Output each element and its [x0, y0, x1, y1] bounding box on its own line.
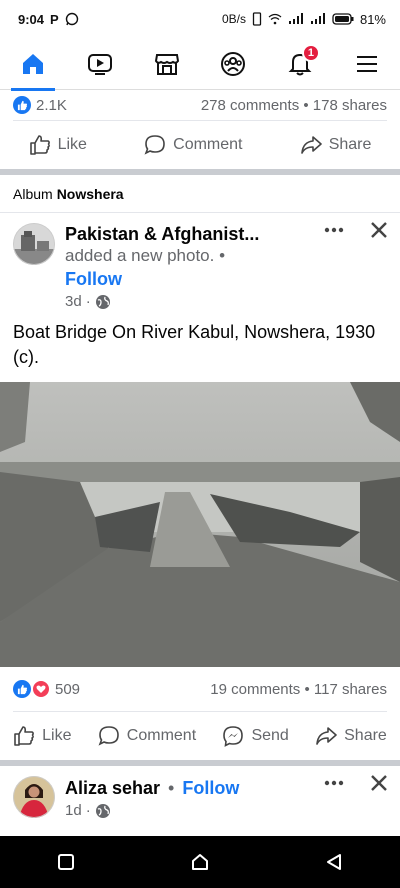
- close-icon[interactable]: [370, 774, 388, 792]
- post-time[interactable]: 3d: [65, 293, 82, 310]
- share-label: Share: [328, 136, 372, 153]
- whatsapp-icon: [65, 12, 78, 26]
- reaction-stats: 2.1K 278 comments • 178 shares: [0, 90, 400, 120]
- thumbs-up-icon: [14, 726, 35, 746]
- globe-icon: [95, 294, 110, 309]
- next-post-time[interactable]: 1d: [65, 802, 82, 819]
- tab-notifications[interactable]: 1: [270, 38, 330, 90]
- marketplace-icon: [154, 53, 179, 75]
- post-action-bar: Like Comment Send Share: [0, 712, 400, 760]
- more-options-icon[interactable]: [324, 780, 344, 786]
- battery-icon: [332, 13, 354, 25]
- separator-dot: •: [168, 778, 175, 798]
- tab-marketplace[interactable]: [137, 38, 197, 90]
- thumbs-up-icon: [29, 135, 50, 155]
- close-icon[interactable]: [370, 221, 388, 239]
- like-reaction-icon: [13, 680, 31, 698]
- post-reaction-stats: 509 19 comments • 117 shares: [0, 667, 400, 711]
- signal-icon-2: [310, 13, 325, 24]
- share-icon: [300, 136, 322, 154]
- home-icon: [23, 53, 44, 74]
- separator-dot: •: [219, 246, 226, 265]
- comment-label: Comment: [126, 727, 197, 744]
- share-button[interactable]: Share: [300, 134, 372, 156]
- send-label: Send: [251, 727, 289, 744]
- comment-icon: [98, 726, 119, 746]
- system-nav-bar: [0, 836, 400, 888]
- comment-label: Comment: [173, 136, 243, 153]
- page-avatar[interactable]: [13, 223, 55, 265]
- tab-groups[interactable]: [203, 38, 263, 90]
- home-button-icon[interactable]: [190, 852, 210, 872]
- follow-button[interactable]: Follow: [65, 267, 387, 291]
- status-bar: 9:04 P 0B/s 81%: [0, 0, 400, 38]
- menu-icon: [356, 55, 377, 72]
- post-share-button[interactable]: Share: [315, 725, 387, 747]
- post-comments-shares[interactable]: 19 comments • 117 shares: [210, 681, 387, 698]
- next-post-header: Aliza sehar • Follow 1d ·: [0, 766, 400, 828]
- vibrate-icon: [252, 12, 262, 26]
- back-icon[interactable]: [325, 853, 343, 871]
- groups-icon: [221, 51, 246, 76]
- status-time: 9:04: [18, 11, 45, 27]
- tab-video[interactable]: [70, 38, 130, 90]
- next-follow-button[interactable]: Follow: [182, 776, 239, 800]
- recent-apps-icon[interactable]: [57, 853, 75, 871]
- user-name[interactable]: Aliza sehar: [65, 777, 160, 799]
- more-options-icon[interactable]: [324, 227, 344, 233]
- notification-badge: 1: [301, 43, 320, 62]
- post-photo[interactable]: [0, 382, 400, 667]
- like-button[interactable]: Like: [29, 134, 87, 156]
- post-send-button[interactable]: Send: [222, 725, 289, 747]
- video-icon: [87, 53, 112, 75]
- signal-icon: [288, 13, 303, 24]
- share-label: Share: [344, 727, 387, 744]
- post-reaction-count[interactable]: 509: [55, 681, 80, 698]
- post-like-button[interactable]: Like: [13, 725, 72, 747]
- love-reaction-icon: [32, 680, 50, 698]
- album-name: Nowshera: [56, 185, 124, 202]
- comment-button[interactable]: Comment: [144, 134, 243, 156]
- share-icon: [316, 727, 337, 745]
- tab-menu[interactable]: [337, 38, 397, 90]
- tab-home[interactable]: [3, 38, 63, 91]
- comments-shares[interactable]: 278 comments • 178 shares: [201, 97, 387, 114]
- like-label: Like: [57, 136, 87, 153]
- globe-icon: [95, 803, 110, 818]
- net-speed: 0B/s: [221, 12, 246, 26]
- reaction-count[interactable]: 2.1K: [36, 97, 67, 114]
- wifi-icon: [268, 13, 282, 25]
- like-reaction-icon: [13, 96, 31, 114]
- post-comment-button[interactable]: Comment: [98, 725, 196, 747]
- top-nav: 1: [0, 38, 400, 91]
- messenger-icon: [223, 726, 244, 747]
- album-header[interactable]: Album Nowshera: [0, 175, 400, 213]
- post-activity: added a new photo.: [65, 246, 215, 265]
- battery-level: 81%: [359, 11, 386, 27]
- like-label: Like: [42, 727, 72, 744]
- user-avatar[interactable]: [13, 776, 55, 818]
- album-prefix: Album: [13, 185, 53, 202]
- post-caption: Boat Bridge On River Kabul, Nowshera, 19…: [13, 322, 376, 367]
- comment-icon: [144, 135, 165, 155]
- p-icon: P: [50, 11, 59, 27]
- post-header: Pakistan & Afghanist... added a new phot…: [0, 213, 400, 310]
- action-bar: Like Comment Share: [0, 121, 400, 169]
